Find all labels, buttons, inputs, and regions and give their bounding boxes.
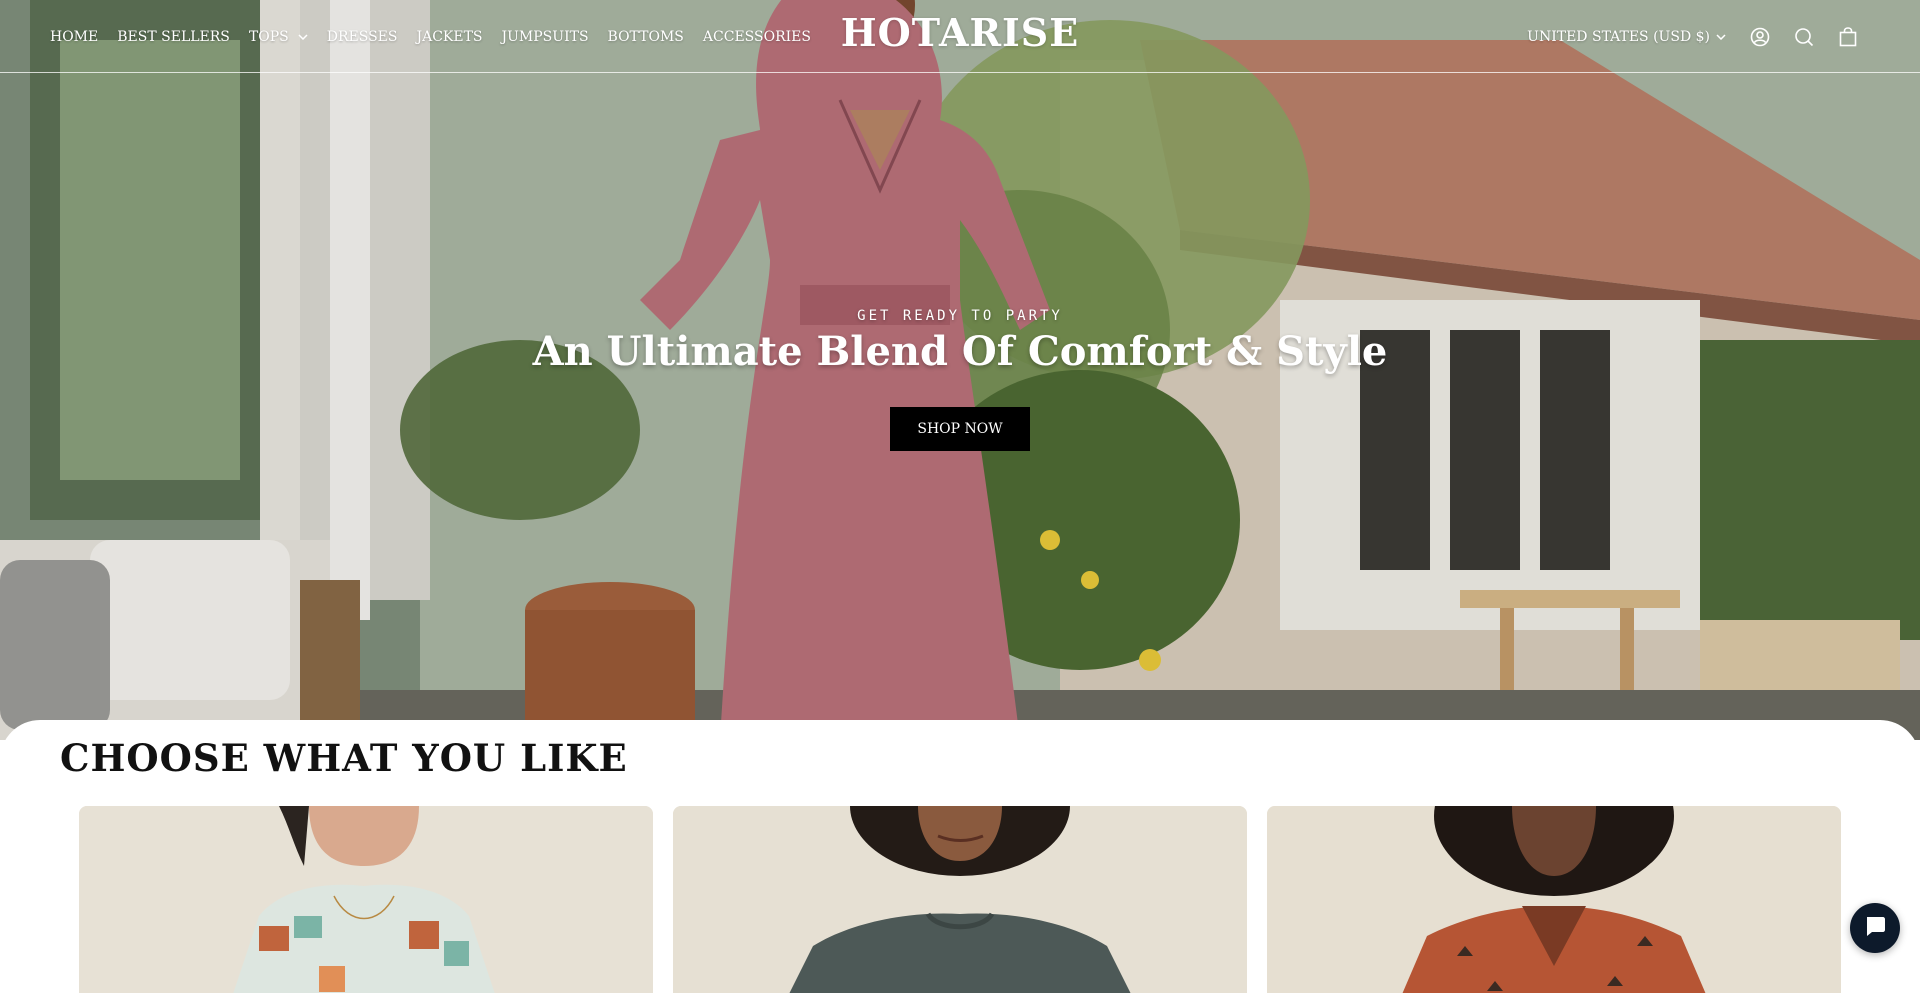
nav-item-label: BEST SELLERS	[117, 28, 230, 45]
model-in-plaid-shirt-image	[79, 806, 653, 993]
nav-item-best-sellers[interactable]: BEST SELLERS	[117, 29, 230, 45]
nav-item-bottoms[interactable]: BOTTOMS	[608, 29, 684, 45]
nav-item-tops[interactable]: TOPS	[249, 29, 308, 45]
nav-item-label: BOTTOMS	[607, 28, 684, 45]
nav-item-label: HOME	[50, 28, 99, 45]
nav-item-label: ACCESSORIES	[702, 28, 811, 45]
currency-label: UNITED STATES (USD $)	[1527, 28, 1710, 45]
main-nav: HOME BEST SELLERS TOPS DRESSES JACKETS J…	[50, 0, 830, 73]
hero-headline: An Ultimate Blend Of Comfort & Style	[532, 328, 1388, 375]
shop-now-button[interactable]: SHOP NOW	[890, 407, 1030, 451]
site-header: HOME BEST SELLERS TOPS DRESSES JACKETS J…	[0, 0, 1920, 73]
currency-selector[interactable]: UNITED STATES (USD $)	[1527, 29, 1726, 45]
collection-card-gray-sweatshirt[interactable]	[673, 806, 1247, 993]
model-in-rust-printed-shirt-image	[1267, 806, 1841, 993]
collection-card-rust-shirt[interactable]	[1267, 806, 1841, 993]
model-in-gray-sweatshirt-image	[673, 806, 1247, 993]
nav-item-label: JUMPSUITS	[501, 28, 589, 45]
nav-item-label: JACKETS	[416, 28, 483, 45]
section-title: CHOOSE WHAT YOU LIKE	[60, 736, 628, 780]
nav-item-label: DRESSES	[326, 28, 398, 45]
site-logo[interactable]: HOTARISE	[841, 10, 1079, 55]
collection-section: CHOOSE WHAT YOU LIKE	[0, 720, 1920, 993]
chevron-down-icon	[298, 33, 308, 40]
hero-eyebrow: GET READY TO PARTY	[857, 308, 1063, 324]
nav-item-label: TOPS	[248, 28, 289, 45]
header-tools: UNITED STATES (USD $)	[1527, 0, 1920, 73]
nav-item-accessories[interactable]: ACCESSORIES	[703, 29, 811, 45]
search-icon[interactable]	[1792, 25, 1816, 49]
collection-card-plaid-shirt[interactable]	[79, 806, 653, 993]
chat-bubble-icon	[1863, 914, 1887, 942]
nav-item-jumpsuits[interactable]: JUMPSUITS	[502, 29, 589, 45]
cart-icon[interactable]	[1836, 25, 1860, 49]
nav-item-jackets[interactable]: JACKETS	[416, 29, 482, 45]
chat-button[interactable]	[1850, 903, 1900, 953]
chevron-down-icon	[1716, 33, 1726, 40]
nav-item-dresses[interactable]: DRESSES	[327, 29, 398, 45]
nav-item-home[interactable]: HOME	[50, 29, 98, 45]
account-icon[interactable]	[1748, 25, 1772, 49]
